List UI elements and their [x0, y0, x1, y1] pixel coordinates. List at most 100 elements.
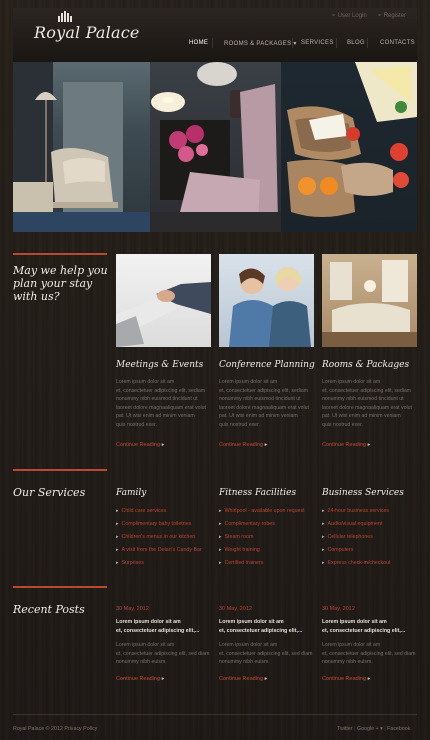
post-excerpt: Lorem ipsum dolor sit am et, consectetuer… [322, 642, 416, 666]
service-link[interactable]: ▸ Whirlpool - available upon request [219, 504, 305, 517]
nav-divider [212, 38, 213, 48]
arrow-right-icon: ▸ [161, 442, 165, 448]
hero-image-interior [13, 62, 150, 232]
arrow-right-icon: ▸ [264, 675, 268, 682]
hero-banner [13, 62, 417, 232]
service-link[interactable]: ▸ Computers [322, 543, 391, 556]
service-link[interactable]: ▸ Child care services [116, 504, 202, 517]
feature-title: Conference Planning [219, 360, 315, 370]
continue-reading-link[interactable]: Continue Reading ▸ [219, 442, 267, 448]
service-list: ▸ Child care services ▸ Complimentary baby… [116, 504, 202, 569]
arrow-right-icon: ▸ [161, 675, 165, 682]
service-link[interactable]: ▸ Steam room [219, 530, 305, 543]
post-excerpt: Lorem ipsum dolor sit am et, consectetuer… [219, 642, 313, 666]
service-column-title: Family [116, 488, 147, 498]
bullet-arrow-icon: ▸ [322, 546, 325, 553]
privacy-policy-link[interactable]: Privacy Policy [64, 726, 97, 732]
arrow-right-icon: ▸ [367, 675, 371, 682]
continue-reading-link[interactable]: Continue Reading ▸ [219, 676, 319, 682]
feature-title: Meetings & Events [116, 360, 204, 370]
footer-separator: | [384, 726, 386, 732]
footer-social: Twitter | Google + ▾ | Facebook [337, 726, 410, 732]
bullet-arrow-icon: ▸ [116, 559, 119, 566]
post-date: 30 May, 2012 [322, 606, 355, 612]
post-date: 30 May, 2012 [116, 606, 149, 612]
post-item: 30 May, 2012 Lorem ipsum dolor sit am et,… [322, 606, 422, 682]
register-link[interactable]: ⚬ Register [377, 12, 406, 19]
google-plus-link[interactable]: Google + [357, 726, 379, 732]
site-logo[interactable]: Royal Palace [34, 23, 140, 42]
nav-rooms-packages[interactable]: ROOMS & PACKAGES ▾ [224, 40, 297, 47]
post-item: 30 May, 2012 Lorem ipsum dolor sit am et,… [116, 606, 216, 682]
arrow-right-icon: ▸ [367, 442, 371, 448]
hero-image-food [281, 62, 417, 232]
service-link[interactable]: ▸ Children's menus in our kitchen [116, 530, 202, 543]
service-list: ▸ Whirlpool - available upon request ▸ Com… [219, 504, 305, 569]
service-link[interactable]: ▸ Weight training [219, 543, 305, 556]
continue-reading-link[interactable]: Continue Reading ▸ [116, 676, 216, 682]
service-link[interactable]: ▸ Surprises [116, 556, 202, 569]
feature-title: Rooms & Packages [322, 360, 410, 370]
rooms-image [322, 254, 417, 347]
nav-divider [336, 38, 337, 48]
nav-home[interactable]: HOME [189, 40, 208, 46]
section-divider [13, 586, 107, 588]
footer-copyright: Royal Palace © 2012 Privacy Policy [13, 726, 97, 732]
nav-services[interactable]: SERVICES [301, 40, 334, 46]
facebook-link[interactable]: Facebook [387, 726, 410, 732]
feature-text: Lorem ipsum dolor sit am et, consectetuer… [322, 379, 412, 428]
service-link[interactable]: ▸ Certified trainers [219, 556, 305, 569]
intro-heading: May we help you plan your stay with us? [13, 264, 108, 303]
post-title[interactable]: Lorem ipsum dolor sit am et, consectetuer… [219, 618, 319, 635]
feature-text: Lorem ipsum dolor sit am et, consectetuer… [219, 379, 309, 428]
nav-divider [292, 38, 293, 48]
palace-logo-icon [58, 11, 72, 22]
service-link[interactable]: ▸ Express check-in/checkout [322, 556, 391, 569]
post-title[interactable]: Lorem ipsum dolor sit am et, consectetuer… [322, 618, 422, 635]
nav-contacts[interactable]: CONTACTS [380, 40, 415, 46]
post-title[interactable]: Lorem ipsum dolor sit am et, consectetuer… [116, 618, 216, 635]
continue-reading-link[interactable]: Continue Reading ▸ [322, 442, 370, 448]
section-divider [13, 253, 107, 255]
footer-divider [13, 714, 417, 715]
chevron-down-icon: ▾ [380, 726, 383, 732]
bullet-arrow-icon: ▸ [219, 546, 222, 553]
service-list: ▸ 24-hour business services ▸ Audio/visual… [322, 504, 391, 569]
hero-image-spa [150, 62, 281, 232]
nav-blog[interactable]: BLOG [347, 40, 365, 46]
bullet-arrow-icon: ▸ [322, 559, 325, 566]
bullet-arrow-icon: ▸ [322, 520, 325, 527]
bullet-arrow-icon: ▸ [116, 533, 119, 540]
bullet-arrow-icon: ▸ [116, 546, 119, 553]
bullet-arrow-icon: ▸ [219, 507, 222, 514]
bullet-arrow-icon: ▸ [116, 520, 119, 527]
conference-image [219, 254, 314, 347]
continue-reading-link[interactable]: Continue Reading ▸ [116, 442, 164, 448]
service-link[interactable]: ▸ Complimentary robes [219, 517, 305, 530]
post-date: 30 May, 2012 [219, 606, 252, 612]
nav-divider [367, 38, 368, 48]
service-column-title: Business Services [322, 488, 404, 498]
copyright-text: Royal Palace © 2012 [13, 726, 63, 732]
service-link[interactable]: ▸ Cellular telephones [322, 530, 391, 543]
service-column-title: Fitness Facilities [219, 488, 297, 498]
continue-reading-link[interactable]: Continue Reading ▸ [322, 676, 422, 682]
section-divider [13, 469, 107, 471]
user-icon: ⚬ [331, 13, 337, 19]
register-icon: ⚬ [377, 13, 383, 19]
bullet-arrow-icon: ▸ [322, 507, 325, 514]
chevron-down-icon: ▾ [293, 41, 297, 47]
bullet-arrow-icon: ▸ [219, 520, 222, 527]
service-link[interactable]: ▸ Audio/visual equipment [322, 517, 391, 530]
post-item: 30 May, 2012 Lorem ipsum dolor sit am et,… [219, 606, 319, 682]
bullet-arrow-icon: ▸ [219, 533, 222, 540]
bullet-arrow-icon: ▸ [116, 507, 119, 514]
user-login-link[interactable]: ⚬ User Login [331, 12, 367, 19]
register-label: Register [383, 13, 407, 19]
service-link[interactable]: ▸ Complimentary baby toiletries [116, 517, 202, 530]
feature-text: Lorem ipsum dolor sit am et, consectetuer… [116, 379, 206, 428]
twitter-link[interactable]: Twitter [337, 726, 353, 732]
service-link[interactable]: ▸ 24-hour business services [322, 504, 391, 517]
footer-separator: | [354, 726, 356, 732]
service-link[interactable]: ▸ A visit from the Delan's Candy Bar [116, 543, 202, 556]
